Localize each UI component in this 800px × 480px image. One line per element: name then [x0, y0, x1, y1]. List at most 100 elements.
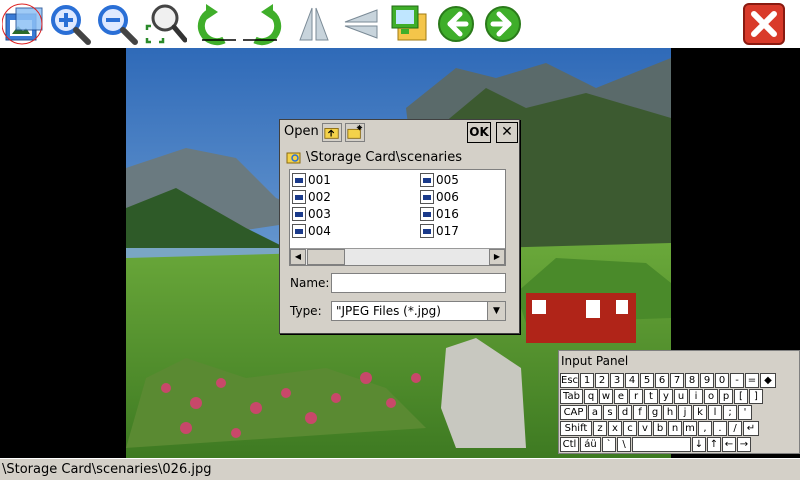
previous-button[interactable]: [434, 2, 478, 46]
keyboard-key[interactable]: 6: [655, 373, 669, 388]
keyboard-key[interactable]: /: [728, 421, 742, 436]
keyboard-key[interactable]: ': [738, 405, 752, 420]
rotate-left-button[interactable]: [192, 2, 236, 46]
keyboard-key[interactable]: 4: [625, 373, 639, 388]
list-item[interactable]: 006: [420, 189, 459, 205]
dialog-close-button[interactable]: ✕: [496, 122, 518, 143]
keyboard-key[interactable]: CAP: [560, 405, 587, 420]
keyboard-key[interactable]: c: [623, 421, 637, 436]
keyboard-key[interactable]: 0: [715, 373, 729, 388]
keyboard-key[interactable]: ←: [722, 437, 736, 452]
keyboard-key[interactable]: ↵: [743, 421, 759, 436]
slideshow-button[interactable]: [388, 2, 432, 46]
rotate-right-button[interactable]: [243, 2, 287, 46]
zoom-out-button[interactable]: [95, 2, 139, 46]
open-image-button[interactable]: [2, 2, 46, 46]
list-item[interactable]: 004: [292, 223, 331, 239]
flip-horizontal-button[interactable]: [292, 2, 336, 46]
keyboard-key[interactable]: ;: [723, 405, 737, 420]
keyboard-key[interactable]: k: [693, 405, 707, 420]
keyboard-key[interactable]: j: [678, 405, 692, 420]
file-type-select[interactable]: "JPEG Files (*.jpg) ▼: [331, 301, 506, 321]
keyboard-key[interactable]: 7: [670, 373, 684, 388]
keyboard-key[interactable]: 3: [610, 373, 624, 388]
keyboard-key[interactable]: q: [584, 389, 598, 404]
keyboard-key[interactable]: Esc: [560, 373, 579, 388]
keyboard-key[interactable]: s: [603, 405, 617, 420]
keyboard-key[interactable]: y: [659, 389, 673, 404]
list-item[interactable]: 017: [420, 223, 459, 239]
keyboard-key[interactable]: →: [737, 437, 751, 452]
keyboard-key[interactable]: ,: [698, 421, 712, 436]
keyboard-key[interactable]: [632, 437, 691, 452]
keyboard-key[interactable]: Ctl: [560, 437, 579, 452]
keyboard-key[interactable]: p: [719, 389, 733, 404]
keyboard-key[interactable]: .: [713, 421, 727, 436]
keyboard-key[interactable]: \: [617, 437, 631, 452]
keyboard-key[interactable]: v: [638, 421, 652, 436]
image-file-icon: [292, 224, 306, 238]
horizontal-scrollbar[interactable]: ◀ ▶: [290, 248, 505, 265]
keyboard-key[interactable]: t: [644, 389, 658, 404]
keyboard-key[interactable]: g: [648, 405, 662, 420]
chevron-down-icon[interactable]: ▼: [487, 302, 505, 320]
keyboard-key[interactable]: ↑: [707, 437, 721, 452]
flip-vertical-icon: [344, 9, 378, 39]
flip-horizontal-icon: [299, 7, 329, 41]
list-item[interactable]: 002: [292, 189, 331, 205]
keyboard-key[interactable]: u: [674, 389, 688, 404]
keyboard-key[interactable]: 5: [640, 373, 654, 388]
keyboard-key[interactable]: d: [618, 405, 632, 420]
keyboard-key[interactable]: a: [588, 405, 602, 420]
keyboard-key[interactable]: ↓: [692, 437, 706, 452]
zoom-in-button[interactable]: [48, 2, 92, 46]
keyboard-key[interactable]: m: [683, 421, 697, 436]
flip-vertical-button[interactable]: [339, 2, 383, 46]
keyboard-key[interactable]: `: [602, 437, 616, 452]
scroll-right-icon[interactable]: ▶: [489, 249, 505, 265]
filename-input[interactable]: [331, 273, 506, 293]
list-item[interactable]: 005: [420, 172, 459, 188]
keyboard-key[interactable]: b: [653, 421, 667, 436]
file-list[interactable]: 001 002 003 004 005 006 016 017 ◀ ▶: [289, 169, 506, 266]
status-bar: \Storage Card\scenaries\026.jpg: [0, 458, 800, 480]
list-item[interactable]: 001: [292, 172, 331, 188]
keyboard-key[interactable]: n: [668, 421, 682, 436]
keyboard-key[interactable]: x: [608, 421, 622, 436]
next-button[interactable]: [481, 2, 525, 46]
keyboard-key[interactable]: o: [704, 389, 718, 404]
keyboard-key[interactable]: áü: [580, 437, 601, 452]
new-folder-button[interactable]: [345, 123, 365, 142]
keyboard-key[interactable]: 1: [580, 373, 594, 388]
keyboard-key[interactable]: w: [599, 389, 613, 404]
keyboard-key[interactable]: e: [614, 389, 628, 404]
path-text: \Storage Card\scenaries: [306, 149, 463, 165]
keyboard-key[interactable]: i: [689, 389, 703, 404]
zoom-fit-button[interactable]: [143, 2, 187, 46]
close-app-button[interactable]: [742, 2, 786, 46]
status-file-path: \Storage Card\scenaries\026.jpg: [2, 462, 212, 477]
keyboard-key[interactable]: h: [663, 405, 677, 420]
keyboard-key[interactable]: -: [730, 373, 744, 388]
keyboard-key[interactable]: 9: [700, 373, 714, 388]
keyboard-key[interactable]: [: [734, 389, 748, 404]
keyboard-key[interactable]: ]: [749, 389, 763, 404]
ok-button[interactable]: OK: [467, 122, 491, 143]
keyboard-key[interactable]: l: [708, 405, 722, 420]
keyboard-key[interactable]: =: [745, 373, 759, 388]
keyboard-key[interactable]: z: [593, 421, 607, 436]
new-folder-icon: [347, 124, 363, 139]
list-item[interactable]: 016: [420, 206, 459, 222]
image-file-icon: [292, 207, 306, 221]
keyboard-key[interactable]: ◆: [760, 373, 776, 388]
keyboard-key[interactable]: f: [633, 405, 647, 420]
list-item[interactable]: 003: [292, 206, 331, 222]
keyboard-key[interactable]: Shift: [560, 421, 592, 436]
scroll-thumb[interactable]: [307, 249, 345, 265]
keyboard-key[interactable]: 2: [595, 373, 609, 388]
keyboard-key[interactable]: 8: [685, 373, 699, 388]
scroll-left-icon[interactable]: ◀: [290, 249, 306, 265]
keyboard-key[interactable]: r: [629, 389, 643, 404]
up-folder-button[interactable]: [322, 123, 342, 142]
keyboard-key[interactable]: Tab: [560, 389, 583, 404]
